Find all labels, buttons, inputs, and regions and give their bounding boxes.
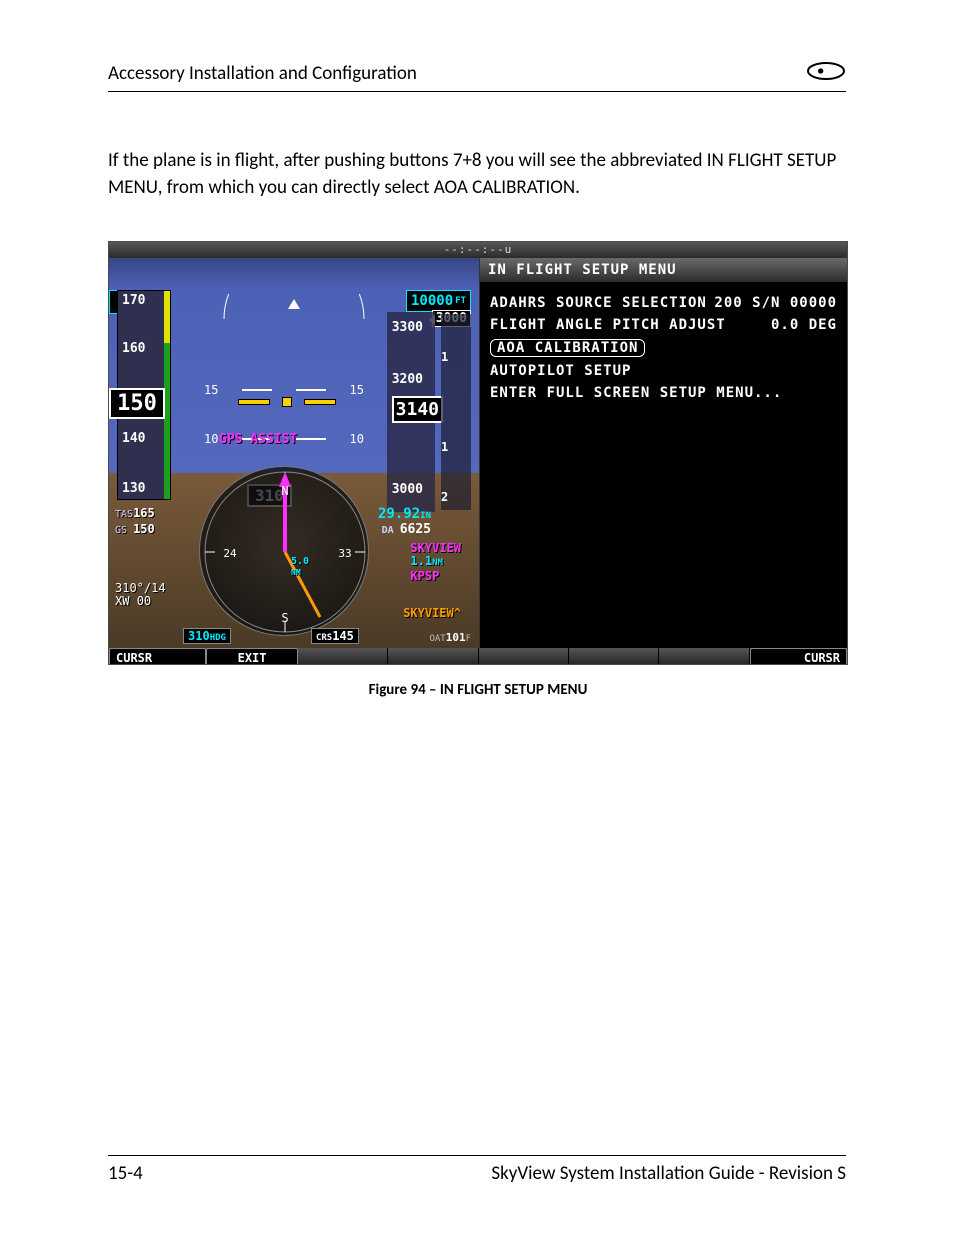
oat-readout: OAT101F <box>429 631 471 644</box>
waypoint-block: SKYVIEW 1.1NM KPSP <box>410 542 461 583</box>
menu-item-aoa-calibration[interactable]: AOA CALIBRATION <box>490 336 837 360</box>
softkey-cursr-left[interactable]: CURSR <box>109 648 206 665</box>
crs-value: 145 <box>332 629 354 643</box>
softkey-exit[interactable]: EXIT <box>206 648 297 665</box>
menu-item-value: 200 S/N 00000 <box>714 295 837 311</box>
density-alt: DA 6625 <box>382 522 431 537</box>
tas-gs-block: TAS165 GS 150 <box>115 506 155 538</box>
page-footer: 15-4 SkyView System Installation Guide -… <box>108 1155 846 1185</box>
menu-title: IN FLIGHT SETUP MENU <box>480 258 847 282</box>
svg-text:33: 33 <box>338 547 351 560</box>
status-bar: --:--:--u <box>109 242 847 258</box>
pitch-num: 10 <box>204 432 218 446</box>
waypoint-marker: SKYVIEW^ <box>403 606 461 620</box>
softkey-blank <box>569 648 659 665</box>
gs-value: 150 <box>133 522 155 536</box>
softkey-bar: CURSR EXIT CURSR <box>109 648 847 665</box>
tas-value: 165 <box>133 506 155 520</box>
pitch-num: 10 <box>350 432 364 446</box>
pitch-num: 15 <box>350 383 364 397</box>
roll-scale-icon <box>214 294 374 328</box>
svg-text:24: 24 <box>223 547 237 560</box>
altitude-readout: 3140 <box>392 396 443 423</box>
wind-block: 310°/14 XW 00 <box>115 582 166 608</box>
softkey-blank <box>479 648 569 665</box>
gps-assist-label: GPS ASSIST <box>219 432 297 447</box>
pfd-display: 150KTS 170 160 140 130 150 10000FT 3000 <box>109 258 479 648</box>
menu-item-label: ADAHRS SOURCE SELECTION <box>490 295 707 311</box>
baro-readout: 29.92IN <box>378 506 431 522</box>
pitch-num: 15 <box>204 383 218 397</box>
vsi-tick: 1 <box>441 350 448 364</box>
hdg-bug: 310 <box>188 629 210 643</box>
vsi-tick: 1 <box>441 440 448 454</box>
pitch-ladder: 15 15 10 10 <box>204 348 364 481</box>
altitude-target-box: 10000FT <box>406 290 471 312</box>
brand-logo-icon <box>806 60 846 87</box>
softkey-blank <box>388 648 478 665</box>
softkey-cursr-right[interactable]: CURSR <box>750 648 847 665</box>
menu-item-label: AUTOPILOT SETUP <box>490 363 631 379</box>
menu-item-label: FLIGHT ANGLE PITCH ADJUST <box>490 317 726 333</box>
vsi-tick: 2 <box>441 490 448 504</box>
alt-tick: 3000 <box>392 482 423 497</box>
wpt-unit: NM <box>432 558 443 568</box>
menu-item-value: 0.0 DEG <box>771 317 837 333</box>
header-title: Accessory Installation and Configuration <box>108 62 417 85</box>
hdg-crs-row: 310HDG CRS145 <box>183 628 359 644</box>
figure-caption: Figure 94 – IN FLIGHT SETUP MENU <box>108 681 848 699</box>
page-header: Accessory Installation and Configuration <box>108 60 846 92</box>
figure-screenshot: --:--:--u 150KTS 170 160 140 130 150 <box>108 241 848 699</box>
wpt-dist: 1.1 <box>410 554 432 568</box>
menu-item-pitch-adjust[interactable]: FLIGHT ANGLE PITCH ADJUST 0.0 DEG <box>490 314 837 336</box>
compass-rose: N 33 24 S <box>199 466 369 636</box>
menu-item-label: AOA CALIBRATION <box>490 339 645 357</box>
altitude-target: 10000 <box>411 293 453 309</box>
svg-text:S: S <box>281 611 288 625</box>
as-tick: 130 <box>122 481 145 496</box>
softkey-blank <box>659 648 749 665</box>
vsi-tape: 1 1 2 <box>441 314 471 510</box>
doc-title: SkyView System Installation Guide - Revi… <box>491 1162 846 1185</box>
alt-tick: 3300 <box>392 320 423 335</box>
svg-text:N: N <box>281 484 288 498</box>
menu-item-autopilot[interactable]: AUTOPILOT SETUP <box>490 360 837 382</box>
body-paragraph: If the plane is in flight, after pushing… <box>108 148 846 201</box>
aircraft-symbol-icon <box>239 394 335 410</box>
menu-item-label: ENTER FULL SCREEN SETUP MENU... <box>490 385 782 401</box>
as-tick: 140 <box>122 431 145 446</box>
menu-item-list: ADAHRS SOURCE SELECTION 200 S/N 00000 FL… <box>480 282 847 414</box>
alt-tick: 3200 <box>392 372 423 387</box>
airspeed-readout: 150 <box>109 388 165 419</box>
setup-menu-panel: IN FLIGHT SETUP MENU ADAHRS SOURCE SELEC… <box>479 258 847 648</box>
range-ring-label: 5.0NM <box>291 556 309 578</box>
menu-item-adahrs[interactable]: ADAHRS SOURCE SELECTION 200 S/N 00000 <box>490 292 837 314</box>
page-number: 15-4 <box>108 1162 143 1185</box>
menu-item-full-setup[interactable]: ENTER FULL SCREEN SETUP MENU... <box>490 382 837 404</box>
wpt-id: KPSP <box>410 570 461 583</box>
as-tick: 170 <box>122 293 145 308</box>
altitude-unit: FT <box>455 296 466 306</box>
as-tick: 160 <box>122 341 145 356</box>
wind-xw: 00 <box>137 594 151 608</box>
softkey-blank <box>298 648 388 665</box>
